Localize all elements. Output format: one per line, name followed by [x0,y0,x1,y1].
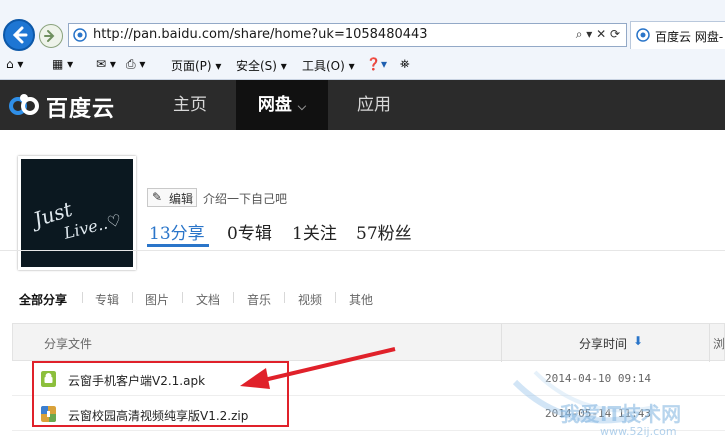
watermark-brand: 我爱IT技术网 [560,402,682,426]
filter-music[interactable]: 音乐 [247,291,271,308]
command-bar: ⌂ ▾ ▦ ▾ ✉ ▾ ⎙ ▾ 页面(P) ▾ 安全(S) ▾ 工具(O) ▾ … [0,53,725,79]
filter-separator [82,292,83,303]
menu-page[interactable]: 页面(P) ▾ [171,57,221,74]
column-divider [501,324,502,362]
stat-albums[interactable]: 0专辑 [227,219,272,244]
back-button[interactable] [3,19,35,51]
page-favicon-icon [73,28,87,42]
column-file: 分享文件 [44,337,93,351]
edit-profile-button[interactable]: ✎ 编辑 [147,188,197,207]
filter-other[interactable]: 其他 [349,291,373,308]
menu-tools-label: 工具(O) [302,59,345,73]
filter-separator [182,292,183,303]
url-text[interactable]: http://pan.baidu.com/share/home?uk=10584… [93,27,428,42]
menu-security[interactable]: 安全(S) ▾ [236,57,287,74]
filter-separator [335,292,336,303]
stat-shares[interactable]: 13分享 [149,219,205,244]
active-stat-indicator [147,244,209,247]
chevron-down-icon: ⌵ [297,100,307,113]
tab-title: 百度云 网盘- [655,30,724,44]
filter-albums[interactable]: 专辑 [95,291,119,308]
edit-label: 编辑 [169,192,194,206]
filter-video[interactable]: 视频 [298,291,322,308]
feeds-icon[interactable]: ▦ ▾ [52,57,73,71]
divider [0,250,725,251]
nav-netdisk[interactable]: 网盘 ⌵ [236,80,328,130]
tab-favicon-icon [636,28,650,42]
menu-security-label: 安全(S) [236,59,277,73]
sort-down-icon[interactable]: ⬇ [633,334,643,348]
watermark-site: www.52ij.com [600,425,677,438]
red-arrow-icon [240,347,396,389]
help-icon[interactable]: ❓▾ [366,57,387,71]
browser-tab[interactable]: 百度云 网盘- [630,21,725,49]
logo-text[interactable]: 百度云 [46,91,115,123]
home-icon[interactable]: ⌂ ▾ [6,57,23,71]
filter-separator [233,292,234,303]
profile-intro: 介绍一下自己吧 [203,192,288,206]
back-arrow-icon [12,26,28,44]
forward-arrow-icon [44,30,55,42]
nav-netdisk-label: 网盘 [257,95,292,115]
filter-images[interactable]: 图片 [145,291,169,308]
stat-following[interactable]: 1关注 [292,219,337,244]
menu-tools[interactable]: 工具(O) ▾ [302,57,355,74]
print-icon[interactable]: ⎙ ▾ [126,57,145,72]
filter-all[interactable]: 全部分享 [19,291,67,308]
filter-documents[interactable]: 文档 [196,291,220,308]
address-bar[interactable]: http://pan.baidu.com/share/home?uk=10584… [68,23,627,47]
avatar[interactable]: Just Live..♡ [18,156,136,270]
browser-chrome: http://pan.baidu.com/share/home?uk=10584… [0,0,725,80]
search-refresh-icons[interactable]: ⌕ ▾ ✕ ⟳ [576,27,620,42]
research-icon[interactable]: ⛯ [400,57,410,72]
column-share-time[interactable]: 分享时间 [579,335,627,352]
forward-button[interactable] [39,24,63,48]
column-divider [709,324,710,362]
baidu-cloud-logo-icon [9,94,39,115]
menu-page-label: 页面(P) [171,59,212,73]
mail-icon[interactable]: ✉ ▾ [96,57,116,71]
stat-fans[interactable]: 57粉丝 [356,219,412,244]
column-views: 浏 [713,337,725,351]
filter-separator [284,292,285,303]
pencil-icon: ✎ [152,190,163,204]
filter-separator [132,292,133,303]
top-navigation: 百度云 主页 网盘 ⌵ 应用 [0,80,725,130]
nav-home[interactable]: 主页 [150,80,230,130]
nav-apps[interactable]: 应用 [334,80,414,130]
screen: http://pan.baidu.com/share/home?uk=10584… [0,0,725,446]
